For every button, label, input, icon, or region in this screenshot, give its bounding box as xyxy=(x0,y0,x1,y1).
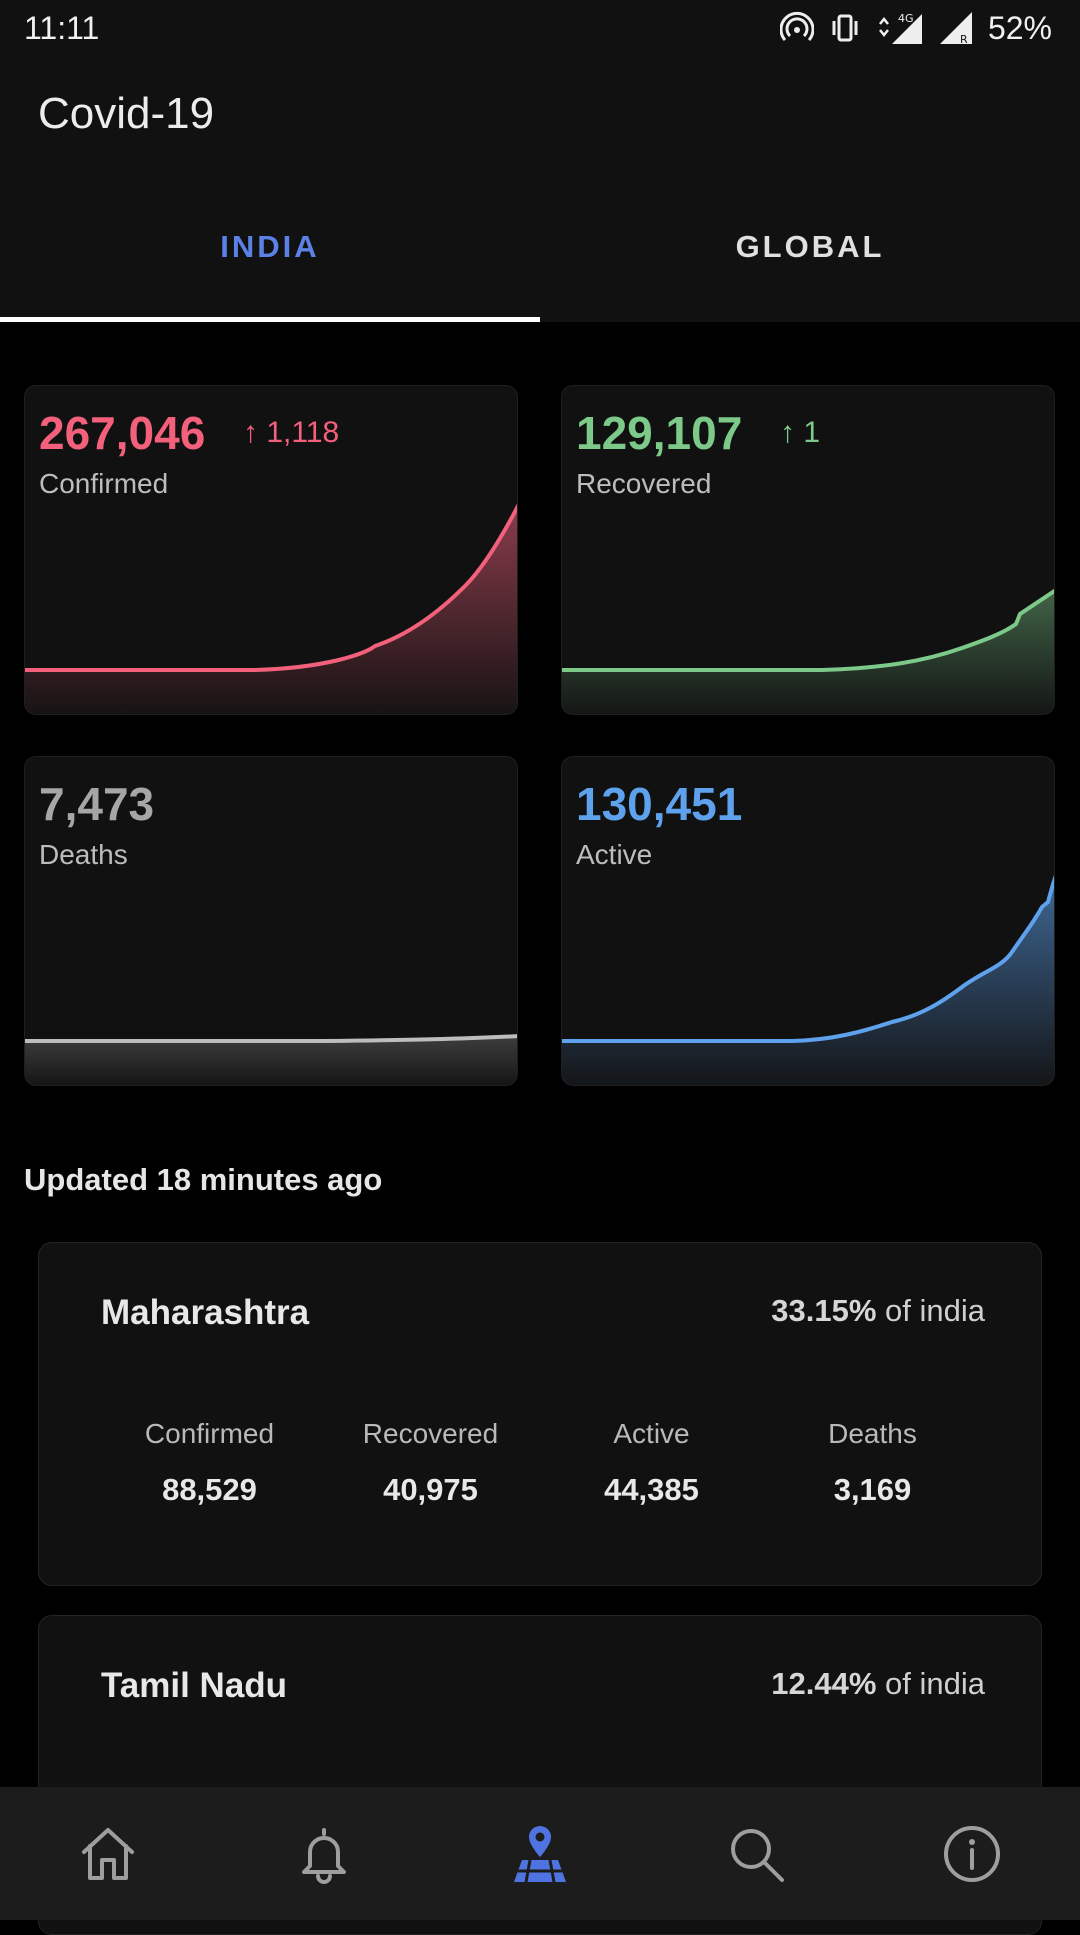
nav-map[interactable] xyxy=(490,1804,590,1904)
recovered-value: 129,107 xyxy=(576,407,743,459)
recovered-delta-value: 1 xyxy=(803,416,821,449)
confirmed-label: Confirmed xyxy=(39,468,169,499)
state-percent: 33.15% of india xyxy=(771,1293,985,1329)
nav-notifications[interactable] xyxy=(274,1804,374,1904)
deaths-value: 7,473 xyxy=(39,778,155,830)
battery-percent: 52% xyxy=(987,9,1052,46)
svg-text:4G: 4G xyxy=(898,12,914,25)
nav-home[interactable] xyxy=(58,1804,158,1904)
active-value: 130,451 xyxy=(576,778,743,830)
stat-value: 40,975 xyxy=(383,1472,478,1507)
updated-text: Updated 18 minutes ago xyxy=(24,1162,383,1197)
stat-label: Active xyxy=(613,1418,690,1449)
active-card[interactable]: 130,451 Active xyxy=(561,756,1055,1086)
vibrate-icon xyxy=(832,14,858,42)
deaths-trend-area xyxy=(25,1036,517,1085)
state-name: Tamil Nadu xyxy=(101,1666,288,1705)
nav-search[interactable] xyxy=(706,1804,806,1904)
stat-value: 3,169 xyxy=(833,1472,912,1507)
arrow-up-icon: ↑ xyxy=(780,416,804,449)
active-trend-area xyxy=(562,881,1054,1085)
recovered-delta: ↑ 1 xyxy=(780,416,820,450)
state-percent-value: 12.44% xyxy=(771,1666,877,1701)
status-time: 11:11 xyxy=(24,9,100,46)
state-percent-value: 33.15% xyxy=(771,1293,877,1328)
region-tabs: INDIA GLOBAL xyxy=(0,172,1080,322)
cellular-roaming-icon: R xyxy=(939,12,972,46)
info-icon xyxy=(944,1825,1000,1882)
recovered-label: Recovered xyxy=(576,468,712,499)
confirmed-delta-value: 1,118 xyxy=(266,416,340,449)
recovered-trend-area xyxy=(562,591,1054,714)
bottom-nav xyxy=(0,1787,1080,1920)
home-icon xyxy=(82,1827,134,1880)
active-label: Active xyxy=(576,839,653,870)
tab-global[interactable]: GLOBAL xyxy=(540,172,1080,322)
app-title: Covid-19 xyxy=(38,89,215,138)
stat-active: Active 44,385 xyxy=(541,1418,762,1508)
confirmed-value: 267,046 xyxy=(39,407,206,459)
arrow-up-icon: ↑ xyxy=(243,416,267,449)
state-percent-suffix: of india xyxy=(885,1293,985,1328)
stat-label: Confirmed xyxy=(144,1418,275,1449)
stat-value: 88,529 xyxy=(162,1472,257,1507)
stat-label: Recovered xyxy=(362,1418,499,1449)
confirmed-delta: ↑ 1,118 xyxy=(243,416,339,450)
stat-value: 44,385 xyxy=(604,1472,699,1507)
confirmed-trend-area xyxy=(25,507,517,714)
map-pin-icon xyxy=(514,1825,566,1882)
state-percent-suffix: of india xyxy=(885,1666,985,1701)
deaths-trend-line xyxy=(25,1034,517,1043)
nav-info[interactable] xyxy=(922,1804,1022,1904)
deaths-card[interactable]: 7,473 Deaths xyxy=(24,756,518,1086)
deaths-label: Deaths xyxy=(39,839,128,870)
state-percent: 12.44% of india xyxy=(771,1666,985,1702)
recovered-card[interactable]: 129,107 ↑ 1 Recovered xyxy=(561,385,1055,715)
stat-deaths: Deaths 3,169 xyxy=(762,1418,983,1508)
search-icon xyxy=(731,1828,784,1882)
confirmed-card[interactable]: 267,046 ↑ 1,118 Confirmed xyxy=(24,385,518,715)
state-card-maharashtra[interactable]: Maharashtra 33.15% of india Confirmed 88… xyxy=(38,1242,1042,1586)
svg-text:R: R xyxy=(960,33,968,46)
status-icons: 4G R 52% xyxy=(779,9,1052,47)
cellular-4g-icon: 4G xyxy=(878,12,922,44)
bell-icon xyxy=(302,1827,346,1884)
stat-confirmed: Confirmed 88,529 xyxy=(99,1418,320,1508)
status-bar: 11:11 4G R 52% xyxy=(0,0,1080,56)
stat-recovered: Recovered 40,975 xyxy=(320,1418,541,1508)
app-bar: Covid-19 xyxy=(0,56,1080,172)
hotspot-icon xyxy=(779,11,814,41)
state-stats: Confirmed 88,529 Recovered 40,975 Active… xyxy=(39,1418,1043,1508)
state-name: Maharashtra xyxy=(101,1293,310,1332)
stat-label: Deaths xyxy=(828,1418,917,1449)
tab-india[interactable]: INDIA xyxy=(0,172,540,322)
